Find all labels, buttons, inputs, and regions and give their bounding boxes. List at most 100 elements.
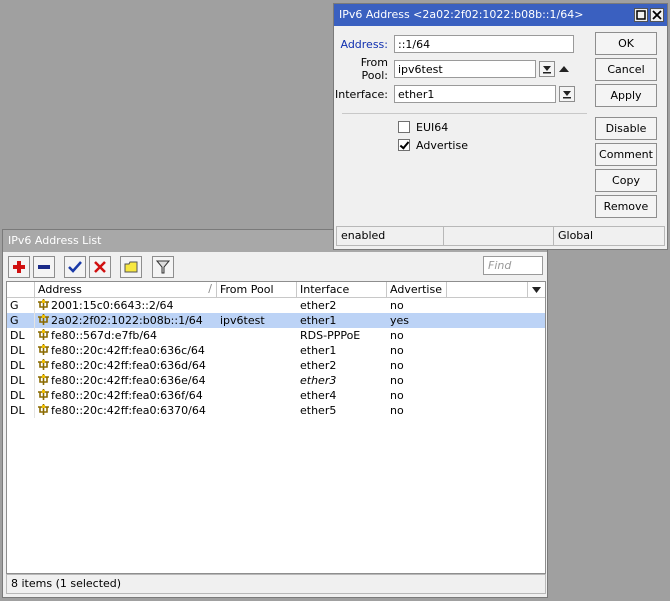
row-address-text: fe80::20c:42ff:fea0:6370/64 bbox=[51, 404, 206, 417]
advertise-label: Advertise bbox=[416, 138, 468, 152]
column-header-address[interactable]: Address ∕ bbox=[35, 282, 217, 297]
comment-button[interactable]: Comment bbox=[595, 143, 657, 166]
ipv6-address-dialog: IPv6 Address <2a02:2f02:1022:b08b::1/64>… bbox=[333, 3, 668, 250]
row-from-pool bbox=[217, 343, 297, 358]
check-icon bbox=[68, 261, 82, 273]
row-flags: G bbox=[7, 298, 35, 313]
address-row: Address: ::1/64 bbox=[334, 34, 574, 54]
row-interface: ether5 bbox=[300, 404, 337, 417]
comment-button[interactable] bbox=[120, 256, 142, 278]
advertise-option[interactable]: Advertise bbox=[398, 137, 468, 153]
sort-arrow-icon: ∕ bbox=[208, 282, 212, 295]
table-row[interactable]: DL fe80::20c:42ff:fea0:636d/64 ether2 no bbox=[7, 358, 545, 373]
column-header-address-label: Address bbox=[38, 283, 82, 296]
table-row[interactable]: DL fe80::20c:42ff:fea0:636c/64 ether1 no bbox=[7, 343, 545, 358]
table-row[interactable]: DL fe80::20c:42ff:fea0:636f/64 ether4 no bbox=[7, 388, 545, 403]
row-advertise: no bbox=[390, 374, 404, 387]
eui64-option[interactable]: EUI64 bbox=[398, 119, 448, 135]
ip-address-icon bbox=[38, 359, 49, 370]
add-button[interactable] bbox=[8, 256, 30, 278]
row-address: 2a02:2f02:1022:b08b::1/64 bbox=[35, 313, 217, 328]
row-address-text: 2001:15c0:6643::2/64 bbox=[51, 299, 174, 312]
ip-address-icon bbox=[38, 404, 49, 415]
dialog-status-bar: enabled Global bbox=[336, 226, 665, 246]
row-flags: G bbox=[7, 313, 35, 328]
row-address: fe80::20c:42ff:fea0:6370/64 bbox=[35, 403, 217, 418]
ip-address-icon bbox=[38, 374, 49, 385]
column-menu-button[interactable] bbox=[527, 282, 545, 297]
address-table: Address ∕ From Pool Interface Advertise … bbox=[6, 281, 546, 574]
row-advertise: no bbox=[390, 389, 404, 402]
find-input[interactable]: Find bbox=[483, 256, 543, 275]
disable-button[interactable]: Disable bbox=[595, 117, 657, 140]
disable-button[interactable] bbox=[89, 256, 111, 278]
row-interface: ether3 bbox=[300, 374, 337, 387]
row-from-pool bbox=[217, 298, 297, 313]
interface-select[interactable]: ether1 bbox=[394, 85, 556, 103]
from-pool-dropdown-button[interactable] bbox=[539, 61, 555, 77]
from-pool-select[interactable]: ipv6test bbox=[394, 60, 536, 78]
close-button[interactable] bbox=[650, 8, 664, 22]
address-field[interactable]: ::1/64 bbox=[394, 35, 574, 53]
maximize-icon bbox=[636, 10, 646, 20]
row-address-text: fe80::20c:42ff:fea0:636f/64 bbox=[51, 389, 203, 402]
row-address: fe80::567d:e7fb/64 bbox=[35, 328, 217, 343]
enable-button[interactable] bbox=[64, 256, 86, 278]
row-advertise: no bbox=[390, 329, 404, 342]
row-from-pool bbox=[217, 328, 297, 343]
ok-button[interactable]: OK bbox=[595, 32, 657, 55]
table-row[interactable]: G 2a02:2f02:1022:b08b::1/64 ipv6test ether1… bbox=[7, 313, 545, 328]
cancel-button[interactable]: Cancel bbox=[595, 58, 657, 81]
interface-dropdown-button[interactable] bbox=[559, 86, 575, 102]
row-advertise: no bbox=[390, 344, 404, 357]
row-flags: DL bbox=[7, 403, 35, 418]
apply-button[interactable]: Apply bbox=[595, 84, 657, 107]
table-row[interactable]: DL fe80::20c:42ff:fea0:6370/64 ether5 no bbox=[7, 403, 545, 418]
row-from-pool bbox=[217, 403, 297, 418]
table-row[interactable]: G 2001:15c0:6643::2/64 ether2 no bbox=[7, 298, 545, 313]
row-interface: ether4 bbox=[300, 389, 337, 402]
row-address: fe80::20c:42ff:fea0:636d/64 bbox=[35, 358, 217, 373]
row-flags: DL bbox=[7, 373, 35, 388]
dropdown-icon bbox=[543, 66, 551, 74]
row-flags: DL bbox=[7, 343, 35, 358]
maximize-button[interactable] bbox=[634, 8, 648, 22]
table-row[interactable]: DL fe80::567d:e7fb/64 RDS-PPPoE no bbox=[7, 328, 545, 343]
table-header: Address ∕ From Pool Interface Advertise bbox=[7, 282, 545, 298]
table-row[interactable]: DL fe80::20c:42ff:fea0:636e/64 ether3 no bbox=[7, 373, 545, 388]
remove-button[interactable]: Remove bbox=[595, 195, 657, 218]
ip-address-icon bbox=[38, 389, 49, 400]
copy-button[interactable]: Copy bbox=[595, 169, 657, 192]
address-label: Address: bbox=[340, 37, 388, 51]
row-from-pool: ipv6test bbox=[220, 314, 265, 327]
column-header-from-pool[interactable]: From Pool bbox=[217, 282, 297, 297]
row-flags: DL bbox=[7, 328, 35, 343]
eui64-label: EUI64 bbox=[416, 120, 449, 134]
row-interface: RDS-PPPoE bbox=[300, 329, 361, 342]
remove-button[interactable] bbox=[33, 256, 55, 278]
column-header-advertise[interactable]: Advertise bbox=[387, 282, 447, 297]
status-middle bbox=[444, 227, 554, 245]
row-from-pool bbox=[217, 358, 297, 373]
row-address: fe80::20c:42ff:fea0:636c/64 bbox=[35, 343, 217, 358]
close-icon bbox=[652, 10, 662, 20]
ip-address-icon bbox=[38, 314, 49, 325]
row-from-pool bbox=[217, 388, 297, 403]
column-header-flags[interactable] bbox=[7, 282, 35, 297]
x-icon bbox=[94, 261, 106, 273]
row-interface: ether2 bbox=[300, 359, 337, 372]
column-header-interface[interactable]: Interface bbox=[297, 282, 387, 297]
row-advertise: yes bbox=[390, 314, 410, 327]
eui64-checkbox[interactable] bbox=[398, 121, 410, 133]
ipv6-address-list-window: IPv6 Address List Find Address ∕ From Po… bbox=[2, 229, 548, 598]
filter-button[interactable] bbox=[152, 256, 174, 278]
advertise-checkbox[interactable] bbox=[398, 139, 410, 151]
filter-icon bbox=[156, 260, 170, 274]
row-advertise: no bbox=[390, 359, 404, 372]
row-from-pool bbox=[217, 373, 297, 388]
ip-address-icon bbox=[38, 299, 49, 310]
table-body: G 2001:15c0:6643::2/64 ether2 no G 2a02:2f02:… bbox=[7, 298, 545, 418]
collapse-field-button[interactable] bbox=[559, 63, 569, 76]
dialog-title[interactable]: IPv6 Address <2a02:2f02:1022:b08b::1/64> bbox=[334, 4, 667, 26]
row-address: fe80::20c:42ff:fea0:636f/64 bbox=[35, 388, 217, 403]
